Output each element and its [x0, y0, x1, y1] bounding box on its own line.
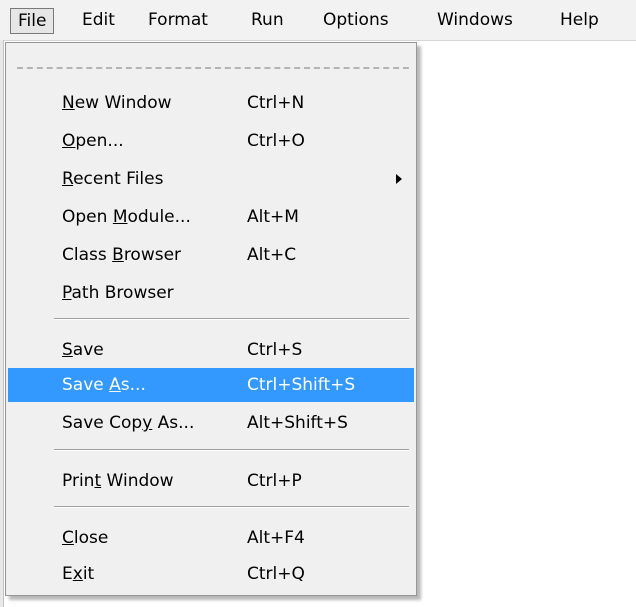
menu-item-label: New Window	[62, 93, 172, 113]
menu-item-label: Save Copy As...	[62, 413, 195, 433]
menu-format[interactable]: Format	[148, 8, 208, 34]
menu-item-label: Open Module...	[62, 207, 191, 227]
menu-file[interactable]: File	[10, 8, 55, 34]
menu-item-exit[interactable]: Exit Ctrl+Q	[8, 557, 414, 591]
menu-separator	[54, 449, 409, 451]
menu-separator	[54, 318, 409, 320]
shortcut-label: Ctrl+S	[247, 340, 303, 360]
shortcut-label: Ctrl+O	[247, 131, 305, 151]
menu-item-save[interactable]: Save Ctrl+S	[8, 333, 414, 367]
shortcut-label: Alt+F4	[247, 528, 305, 548]
menu-run[interactable]: Run	[251, 8, 284, 34]
menu-item-print-window[interactable]: Print Window Ctrl+P	[8, 464, 414, 498]
menu-windows[interactable]: Windows	[437, 8, 513, 34]
shortcut-label: Alt+Shift+S	[247, 413, 348, 433]
menu-item-label: Save	[62, 340, 104, 360]
tear-off-line[interactable]	[17, 67, 409, 69]
menu-item-label: Class Browser	[62, 245, 182, 265]
menu-bar: File Edit Format Run Options Windows Hel…	[0, 0, 636, 41]
shortcut-label: Alt+M	[247, 207, 299, 227]
menu-item-recent-files[interactable]: Recent Files	[8, 162, 414, 196]
menu-options[interactable]: Options	[323, 8, 389, 34]
menu-item-label: Exit	[62, 564, 95, 584]
menu-item-save-copy-as[interactable]: Save Copy As... Alt+Shift+S	[8, 406, 414, 440]
shortcut-label: Ctrl+N	[247, 93, 305, 113]
menu-item-path-browser[interactable]: Path Browser	[8, 276, 414, 310]
file-menu-dropdown: New Window Ctrl+N Open... Ctrl+O Recent …	[5, 42, 417, 596]
menu-item-label: Close	[62, 528, 109, 548]
menu-item-save-as[interactable]: Save As... Ctrl+Shift+S	[8, 368, 414, 402]
shortcut-label: Ctrl+P	[247, 471, 302, 491]
menu-separator	[54, 506, 409, 508]
menu-item-open[interactable]: Open... Ctrl+O	[8, 124, 414, 158]
menu-item-label: Recent Files	[62, 169, 164, 189]
menu-item-label: Open...	[62, 131, 124, 151]
menu-item-class-browser[interactable]: Class Browser Alt+C	[8, 238, 414, 272]
menu-edit[interactable]: Edit	[82, 8, 115, 34]
submenu-arrow-icon	[396, 174, 402, 184]
menu-item-open-module[interactable]: Open Module... Alt+M	[8, 200, 414, 234]
shortcut-label: Ctrl+Shift+S	[247, 375, 356, 395]
menu-item-close[interactable]: Close Alt+F4	[8, 521, 414, 555]
window-edge	[0, 40, 4, 607]
menu-item-label: Print Window	[62, 471, 174, 491]
shortcut-label: Alt+C	[247, 245, 297, 265]
menu-item-label: Save As...	[62, 375, 146, 395]
shortcut-label: Ctrl+Q	[247, 564, 305, 584]
menu-item-new-window[interactable]: New Window Ctrl+N	[8, 86, 414, 120]
menu-help[interactable]: Help	[560, 8, 599, 34]
menu-item-label: Path Browser	[62, 283, 174, 303]
